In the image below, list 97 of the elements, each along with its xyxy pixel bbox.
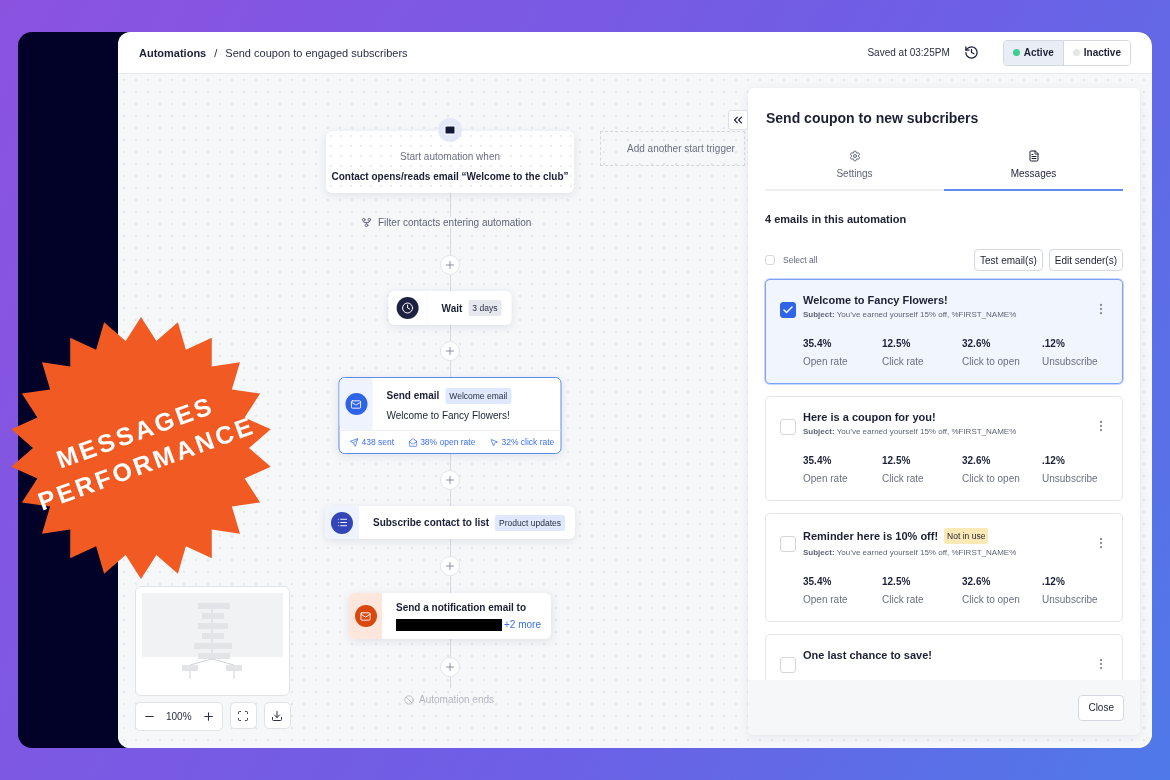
status-toggle[interactable]: Inactive <box>1062 40 1130 65</box>
add-step-icon[interactable] <box>440 341 460 361</box>
panel-tab[interactable]: Messages <box>944 146 1123 191</box>
node-title: Subscribe contact to list <box>373 517 490 528</box>
stat-value: 35.4% <box>803 455 833 466</box>
message-card[interactable]: Here is a coupon for you! Subject: You’ve earned yourself 15% off, %FIRST_NAME% 35.4% Open rate 12.5% Click rate 32.6% Click to open .12% Unsubscribe <box>765 396 1123 501</box>
download-icon[interactable] <box>263 702 291 729</box>
stat-label: Unsubscribe <box>1042 356 1098 367</box>
select-all-label: Select all <box>783 255 819 265</box>
node-title: Send email <box>386 390 440 401</box>
end-icon <box>404 694 414 705</box>
node-stat: 32% click rate <box>501 437 555 447</box>
end-label: Automation ends <box>419 694 495 705</box>
message-title: Reminder here is 10% off! <box>803 530 939 542</box>
action-button[interactable]: Test email(s) <box>974 249 1043 271</box>
history-icon[interactable] <box>963 45 979 60</box>
fit-screen-icon[interactable] <box>229 702 257 729</box>
wait-node[interactable]: Wait 3 days <box>388 291 512 325</box>
node-tag: Welcome email <box>445 387 512 404</box>
select-all-checkbox[interactable] <box>765 255 775 265</box>
filter-icon <box>361 217 372 228</box>
more-link[interactable]: +2 more <box>504 619 541 630</box>
stat-value: 32.6% <box>962 338 992 349</box>
stat-value: 32.6% <box>962 576 992 587</box>
stat-label: Unsubscribe <box>1042 473 1098 484</box>
collapse-icon[interactable] <box>728 110 748 130</box>
stat-label: Click rate <box>882 473 925 484</box>
breadcrumb-separator: / <box>214 46 218 59</box>
stat-value: 12.5% <box>882 576 912 587</box>
stat-label: Click to open <box>962 594 1021 605</box>
send-email-node[interactable]: Send email Welcome email Welcome to Fancy Flowers! 438 sent 38% open rate 32% click rate <box>338 377 562 454</box>
saved-status: Saved at 03:25PM <box>867 47 950 58</box>
trigger-text: Contact opens/reads email “Welcome to the club” <box>331 171 569 182</box>
panel-title: Send coupon to new subcribers <box>766 110 980 126</box>
clock-icon <box>396 297 419 319</box>
node-title: Wait <box>441 302 463 314</box>
add-trigger-button[interactable]: Add another start trigger <box>600 131 745 166</box>
stat-value: 12.5% <box>882 455 912 466</box>
node-title: Send a notification email to <box>396 601 528 613</box>
message-title: One last chance to save! <box>803 649 932 661</box>
close-button[interactable]: Close <box>1078 694 1124 721</box>
node-tag: 3 days <box>468 300 502 316</box>
add-step-icon[interactable] <box>440 556 460 576</box>
message-title: Here is a coupon for you! <box>803 411 936 423</box>
node-stat: 38% open rate <box>420 437 476 447</box>
node-tag: Product updates <box>495 514 565 531</box>
zoom-in-icon[interactable] <box>201 710 215 723</box>
stat-label: Open rate <box>803 594 849 605</box>
mail-icon <box>408 437 418 447</box>
message-subject: Subject: You’ve earned yourself 15% off, %FIRST_NAME% <box>803 548 1018 557</box>
message-checkbox[interactable] <box>780 302 796 318</box>
trigger-card[interactable]: Start automation when Contact opens/reads email “Welcome to the club” <box>326 131 574 193</box>
panel-tab[interactable]: Settings <box>765 146 944 191</box>
node-stat: 438 sent <box>361 437 395 447</box>
stat-label: Unsubscribe <box>1042 594 1098 605</box>
inbox-icon <box>438 118 462 142</box>
stat-value: 35.4% <box>803 338 833 349</box>
stat-value: .12% <box>1042 576 1066 587</box>
mail-icon <box>345 393 367 415</box>
add-step-icon[interactable] <box>440 255 460 275</box>
settings-icon <box>848 150 861 162</box>
message-card[interactable]: Welcome to Fancy Flowers! Subject: You’ve earned yourself 15% off, %FIRST_NAME% 35.4% Open rate 12.5% Click rate 32.6% Click to open .12% Unsubscribe <box>765 279 1123 384</box>
stat-label: Click to open <box>962 356 1021 367</box>
stat-value: 12.5% <box>882 338 912 349</box>
breadcrumb-link[interactable]: Automations <box>139 46 207 59</box>
stat-value: 35.4% <box>803 576 833 587</box>
pointer-icon <box>489 437 499 447</box>
message-subject: Subject: You’ve earned yourself 15% off, %FIRST_NAME% <box>803 427 1018 436</box>
document-icon <box>1027 150 1040 162</box>
add-step-icon[interactable] <box>440 657 460 677</box>
check-icon <box>782 304 794 316</box>
node-text: Welcome to Fancy Flowers! <box>386 409 511 421</box>
trigger-caption: Start automation when <box>399 151 501 162</box>
stat-label: Click to open <box>962 473 1021 484</box>
add-step-icon[interactable] <box>440 470 460 490</box>
subscribe-node[interactable]: Subscribe contact to list Product updates <box>325 506 575 539</box>
stat-label: Click rate <box>882 594 925 605</box>
list-icon <box>331 511 353 534</box>
send-icon <box>349 437 359 447</box>
mail-icon <box>354 605 377 627</box>
message-card[interactable]: One last chance to save! <box>765 634 1123 680</box>
status-toggle[interactable]: Active <box>1003 40 1063 65</box>
stat-label: Open rate <box>803 473 849 484</box>
stat-value: .12% <box>1042 455 1066 466</box>
stat-value: 32.6% <box>962 455 992 466</box>
email-count: 4 emails in this automation <box>765 213 908 225</box>
message-card[interactable]: Reminder here is 10% off! Not in use Subject: You’ve earned yourself 15% off, %FIRST_NAME% 35.4% Open rate 12.5% Click rate 32.6% Click to open .12% Unsubscribe <box>765 513 1123 622</box>
action-button[interactable]: Edit sender(s) <box>1048 249 1123 271</box>
message-title: Welcome to Fancy Flowers! <box>803 294 948 306</box>
stat-label: Open rate <box>803 356 849 367</box>
automation-title: Send coupon to engaged subscribers <box>225 46 408 59</box>
status-tag: Not in use <box>944 528 989 544</box>
zoom-level: 100% <box>166 711 192 722</box>
stat-value: .12% <box>1042 338 1066 349</box>
stat-label: Click rate <box>882 356 925 367</box>
notification-node[interactable]: Send a notification email to +2 more <box>349 593 551 639</box>
message-subject: Subject: You’ve earned yourself 15% off, %FIRST_NAME% <box>803 310 1018 319</box>
